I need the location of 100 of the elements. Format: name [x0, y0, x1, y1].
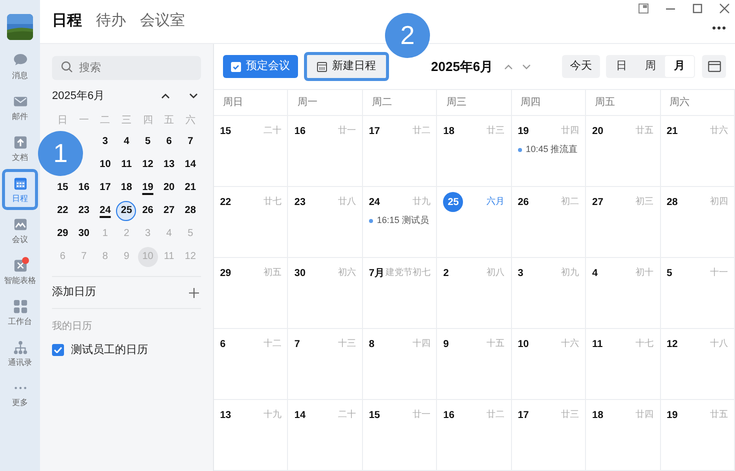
date-cell[interactable]: 22 [52, 200, 73, 220]
day-cell[interactable]: 21 廿六 [660, 116, 735, 187]
day-cell[interactable]: 4 初十 [586, 258, 661, 329]
day-cell[interactable]: 19 廿五 [660, 400, 735, 471]
day-cell[interactable]: 8 十四 [362, 329, 438, 400]
chevron-up-icon[interactable] [161, 93, 170, 99]
new-event-button[interactable]: 新建日程 [304, 52, 389, 81]
rail-item[interactable]: 消息 [2, 46, 38, 87]
date-cell[interactable]: 16 [74, 178, 94, 198]
day-cell[interactable]: 5 十一 [660, 258, 735, 329]
more-icon[interactable] [712, 26, 726, 30]
search-field[interactable]: 搜索 [52, 56, 201, 80]
view-tab[interactable]: 日 [607, 56, 636, 77]
day-cell[interactable]: 25 六月 [437, 187, 512, 258]
pip-icon[interactable] [638, 3, 649, 14]
date-cell[interactable]: 26 [138, 200, 158, 220]
rail-item[interactable]: 智能表格 [2, 251, 38, 292]
close-icon[interactable] [719, 3, 730, 14]
lunar-date: 初五 [263, 266, 282, 280]
tab[interactable]: 日程 [52, 10, 82, 33]
rail-item[interactable]: 邮件 [2, 87, 38, 128]
date-cell[interactable]: 15 [52, 178, 73, 198]
date-cell[interactable]: 12 [138, 154, 158, 174]
date-cell[interactable]: 23 [74, 200, 94, 220]
day-number: 4 [592, 266, 598, 280]
date-cell[interactable]: 28 [180, 200, 200, 220]
day-number: 5 [666, 266, 672, 280]
date-cell[interactable]: 4 [116, 132, 136, 152]
day-cell[interactable]: 29 初五 [214, 258, 288, 329]
date-cell[interactable]: 19 [138, 178, 158, 198]
day-cell[interactable]: 27 初三 [586, 187, 661, 258]
rail-item[interactable]: 会议 [2, 210, 38, 251]
add-calendar-label[interactable]: 添加日历 [52, 284, 96, 301]
day-cell[interactable]: 9 十五 [437, 329, 512, 400]
date-cell[interactable]: 25 [116, 200, 136, 220]
day-cell[interactable]: 24 廿九 16:15 测试员 [362, 187, 438, 258]
day-cell[interactable]: 10 十六 [512, 329, 586, 400]
rail-item[interactable]: 文档 [2, 128, 38, 169]
chevron-down-icon[interactable] [189, 93, 198, 99]
plus-icon[interactable] [189, 288, 199, 298]
date-cell[interactable]: 11 [116, 154, 136, 174]
day-cell[interactable]: 17 廿二 [362, 116, 438, 187]
day-cell[interactable]: 19 廿四 10:45 推流直 [512, 116, 586, 187]
day-cell[interactable]: 17 廿三 [512, 400, 586, 471]
date-cell[interactable]: 17 [95, 178, 116, 198]
checkbox[interactable] [52, 344, 64, 356]
day-cell[interactable]: 6 十二 [214, 329, 288, 400]
date-cell[interactable]: 13 [159, 154, 180, 174]
day-cell[interactable]: 23 廿八 [288, 187, 363, 258]
rail-item[interactable]: 通讯录 [2, 333, 38, 374]
day-cell[interactable]: 18 廿四 [586, 400, 661, 471]
date-cell[interactable]: 29 [52, 224, 73, 244]
day-cell[interactable]: 7月 建党节初七 [362, 258, 438, 329]
rail-item[interactable]: 更多 [2, 374, 38, 415]
date-cell[interactable]: 20 [159, 178, 180, 198]
date-cell[interactable]: 3 [95, 132, 116, 152]
day-cell[interactable]: 11 十七 [586, 329, 661, 400]
day-cell[interactable]: 2 初八 [437, 258, 512, 329]
day-cell[interactable]: 28 初四 [660, 187, 735, 258]
day-cell[interactable]: 3 初九 [512, 258, 586, 329]
layout-button[interactable] [702, 55, 726, 78]
date-cell[interactable]: 21 [180, 178, 200, 198]
event-label[interactable]: 10:45 推流直 [526, 143, 578, 156]
day-cell[interactable]: 22 廿七 [214, 187, 288, 258]
day-cell[interactable]: 7 十三 [288, 329, 363, 400]
date-cell[interactable]: 5 [138, 132, 158, 152]
date-cell[interactable]: 30 [74, 224, 94, 244]
lunar-date: 十七 [636, 337, 654, 350]
day-cell[interactable]: 15 廿一 [362, 400, 438, 471]
rail-item[interactable]: 工作台 [2, 292, 38, 333]
day-cell[interactable]: 20 廿五 [586, 116, 661, 187]
lunar-date: 廿二 [412, 124, 430, 138]
day-cell[interactable]: 15 二十 [214, 116, 288, 187]
event-label[interactable]: 16:15 测试员 [376, 214, 429, 228]
date-cell[interactable]: 27 [159, 200, 180, 220]
date-cell[interactable]: 24 [95, 200, 116, 220]
tab[interactable]: 会议室 [140, 10, 185, 33]
day-cell[interactable]: 12 十八 [660, 329, 735, 400]
day-cell[interactable]: 30 初六 [288, 258, 363, 329]
day-number: 15 [368, 408, 380, 422]
weekday-label: 周三 [446, 96, 466, 110]
date-cell[interactable]: 6 [159, 132, 180, 152]
day-number: 2 [443, 266, 449, 280]
tab[interactable]: 待办 [96, 10, 126, 33]
date-cell[interactable]: 14 [180, 154, 200, 174]
maximize-icon[interactable] [692, 3, 703, 14]
day-cell[interactable]: 16 廿一 [288, 116, 363, 187]
view-tab[interactable]: 月 [665, 56, 694, 77]
day-cell[interactable]: 26 初二 [512, 187, 586, 258]
book-meeting-button[interactable]: 预定会议 [223, 55, 298, 78]
day-cell[interactable]: 13 十九 [214, 400, 288, 471]
view-tab[interactable]: 周 [636, 56, 665, 77]
date-cell[interactable]: 7 [180, 132, 200, 152]
today-button[interactable]: 今天 [562, 55, 600, 78]
day-cell[interactable]: 18 廿三 [437, 116, 512, 187]
month-title: 2025年6月 [431, 58, 494, 76]
date-cell[interactable]: 18 [116, 178, 136, 198]
day-cell[interactable]: 14 二十 [288, 400, 363, 471]
day-cell[interactable]: 16 廿二 [437, 400, 512, 471]
date-cell[interactable]: 10 [95, 154, 116, 174]
